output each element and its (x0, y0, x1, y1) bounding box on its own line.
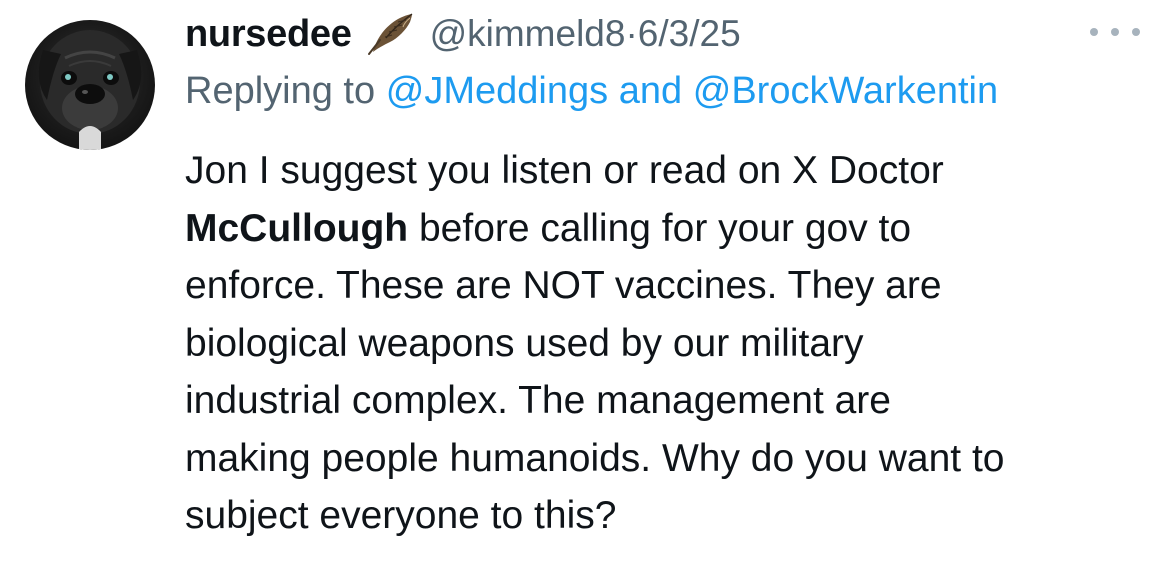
avatar[interactable] (25, 20, 155, 150)
dog-avatar-image (38, 30, 142, 150)
user-handle[interactable]: @kimmeld8 (430, 13, 626, 55)
tweet-text-line: making people humanoids. Why do you want… (185, 436, 1005, 480)
replying-to-label: Replying to (185, 69, 376, 112)
tweet-text-line: industrial complex. The management are (185, 379, 891, 422)
more-options-button[interactable] (1090, 22, 1140, 42)
tweet-text-line: Jon I suggest you listen or read on X Do… (185, 149, 944, 192)
mention-conjunction[interactable]: and (619, 70, 682, 113)
bold-highlight: McCullough (185, 206, 409, 250)
more-dots-icon (1132, 28, 1140, 36)
tweet-date[interactable]: 6/3/25 (638, 13, 741, 55)
tweet-text-line: McCullough before calling for your gov t… (185, 200, 1155, 258)
display-name[interactable]: nursedee (185, 13, 352, 56)
replying-to: Replying to @JMeddings and @BrockWarkent… (185, 66, 998, 116)
tweet-text-fragment: before calling for your gov to (408, 206, 912, 250)
separator: · (625, 13, 638, 54)
mention-link[interactable]: @JMeddings (386, 70, 608, 113)
tweet-header: nursedee @kimmeld8 · 6/3/25 (185, 10, 741, 58)
tweet-text: Jon I suggest you listen or read on X Do… (185, 142, 1155, 545)
tweet-text-line: subject everyone to this? (185, 494, 617, 537)
tweet-text-line: enforce. These are NOT vaccines. They ar… (185, 264, 942, 307)
mention-link[interactable]: @BrockWarkentin (693, 70, 998, 113)
more-dots-icon (1090, 28, 1098, 36)
feather-icon (366, 12, 416, 56)
tweet-text-line: biological weapons used by our military (185, 321, 864, 365)
more-dots-icon (1111, 28, 1119, 36)
